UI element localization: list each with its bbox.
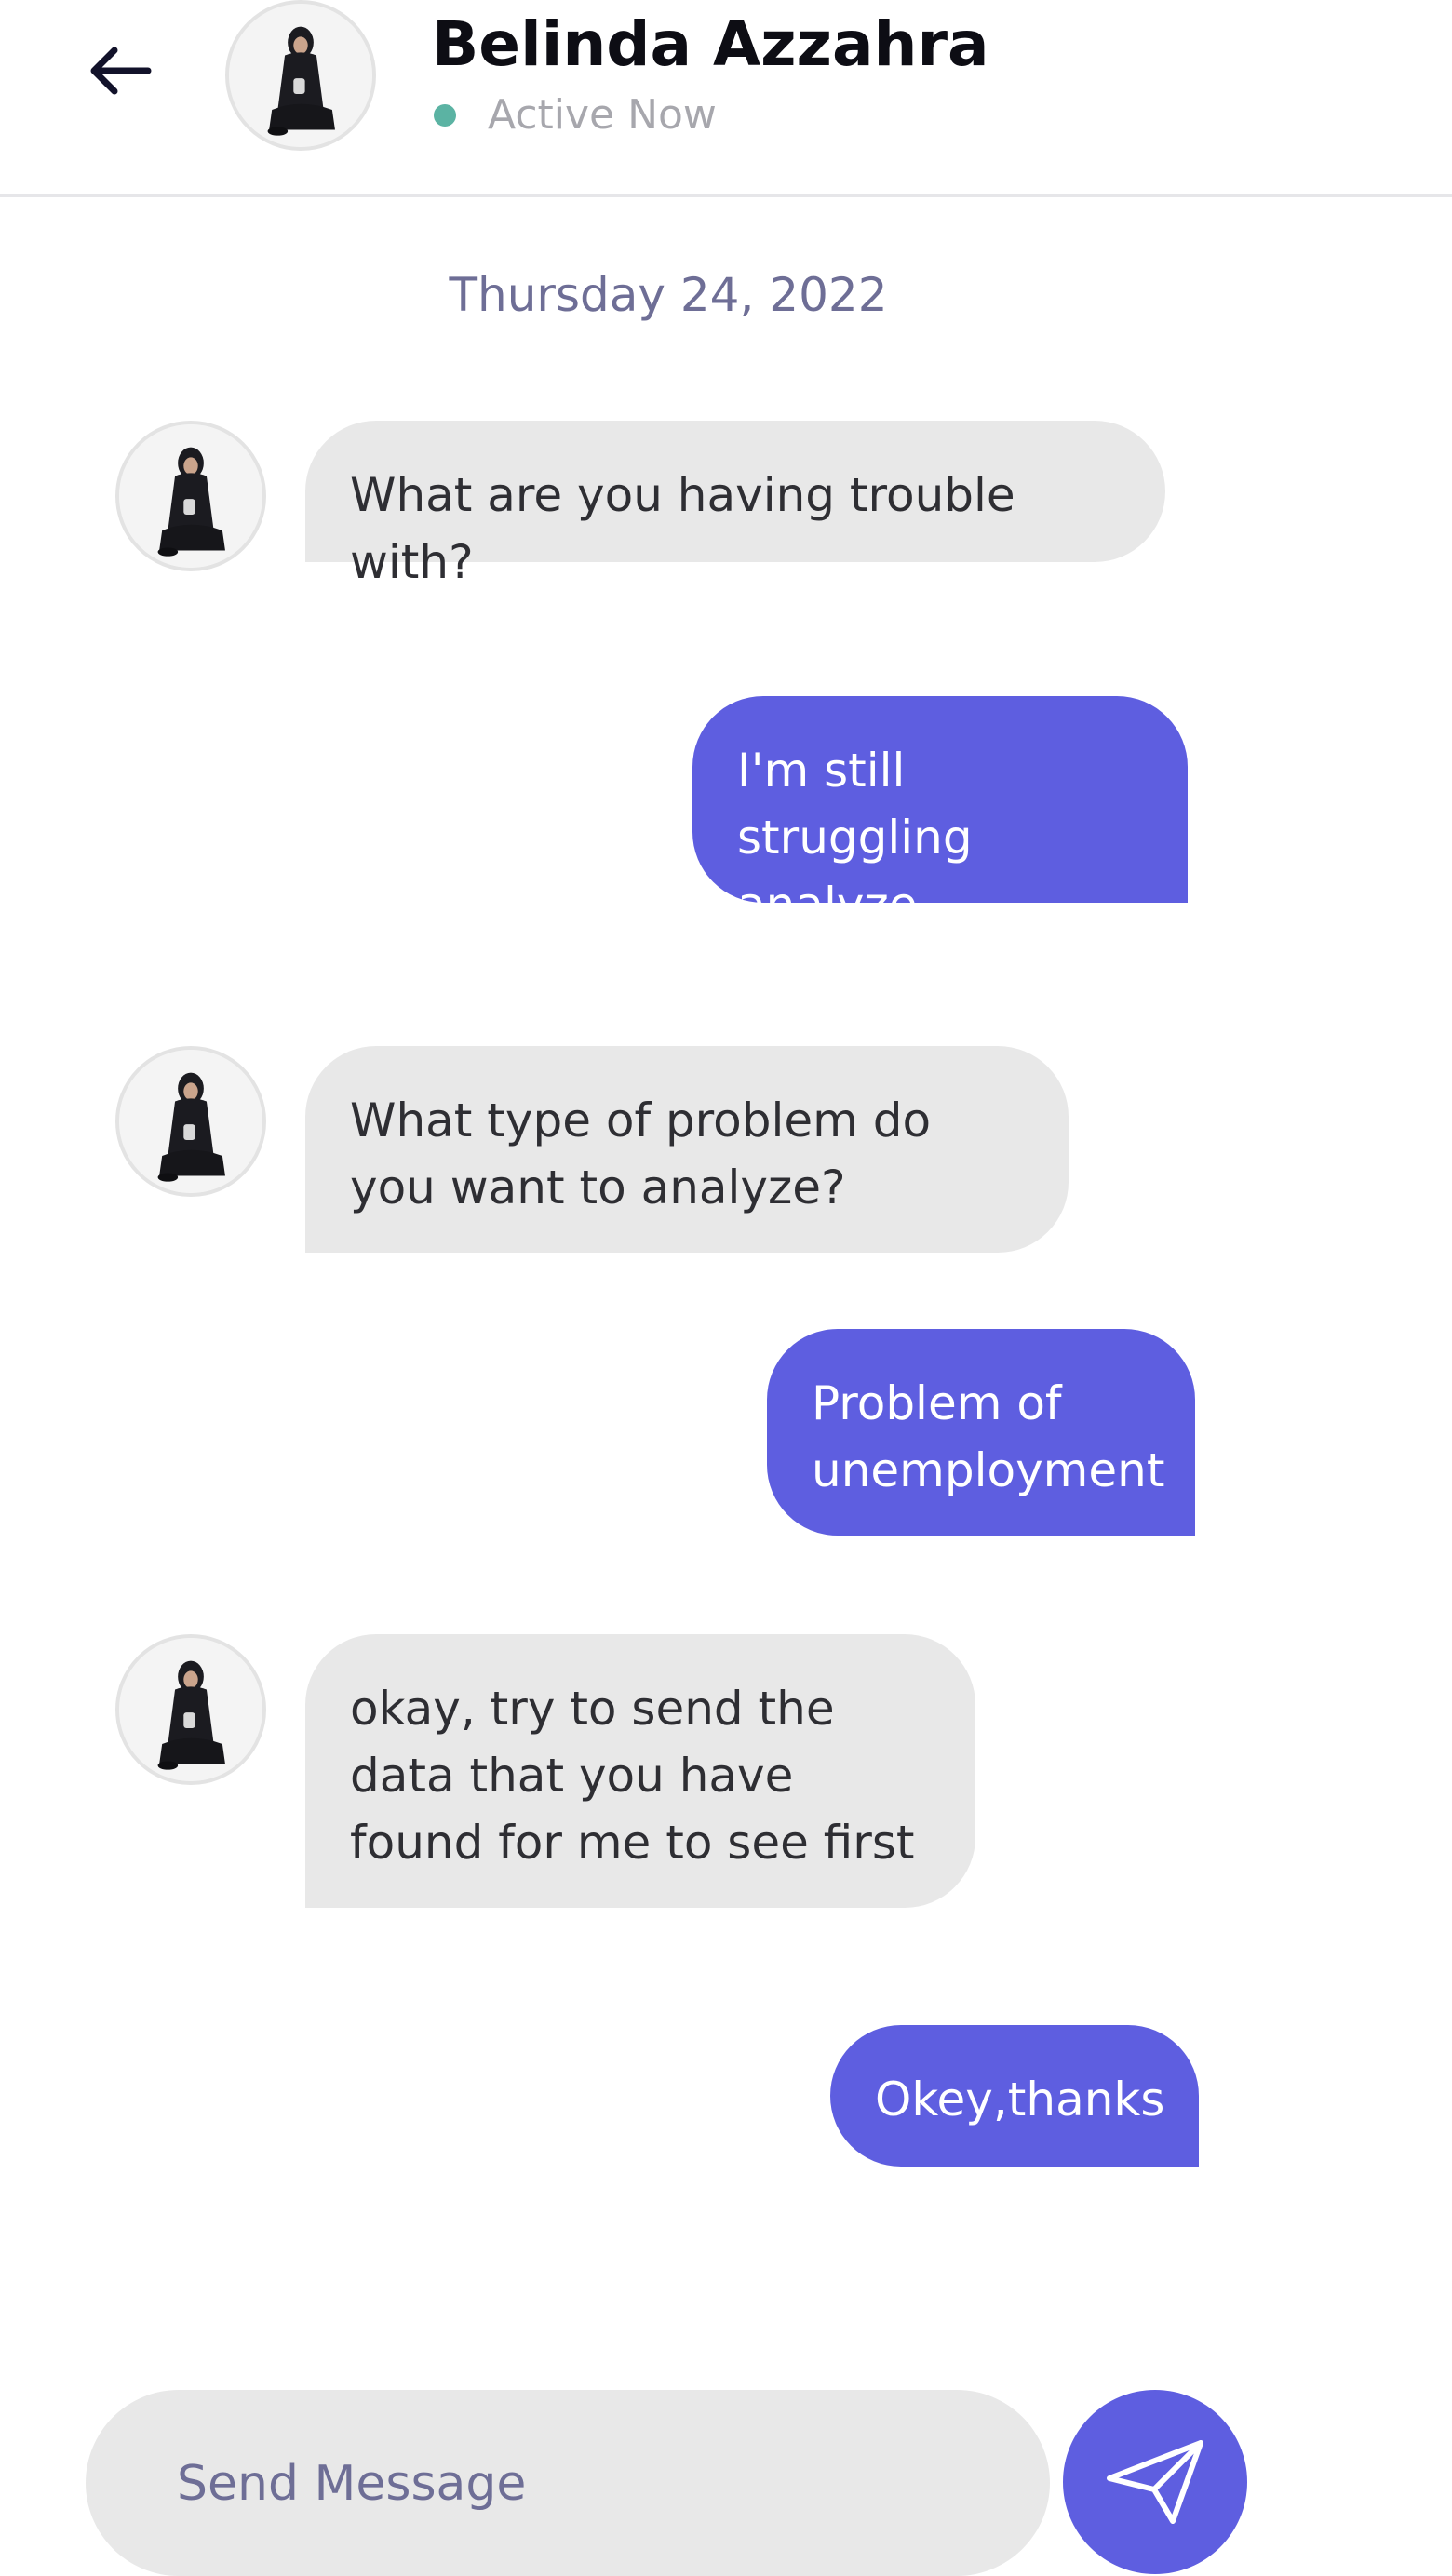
avatar-photo (119, 1638, 262, 1781)
outgoing-message[interactable]: Okey,thanks (830, 2025, 1199, 2167)
message-composer (86, 2390, 1050, 2576)
incoming-message[interactable]: okay, try to send the data that you have… (305, 1634, 975, 1908)
incoming-message[interactable]: What type of problem do you want to anal… (305, 1046, 1069, 1253)
arrow-left-icon (90, 47, 152, 95)
send-button[interactable] (1063, 2390, 1247, 2574)
back-button[interactable] (82, 37, 156, 104)
avatar-photo (229, 4, 372, 147)
online-status-text: Active Now (488, 91, 717, 139)
contact-name: Belinda Azzahra (432, 8, 989, 80)
online-status-dot (434, 104, 456, 127)
message-avatar[interactable] (115, 1634, 266, 1785)
message-input[interactable] (175, 2436, 979, 2531)
message-avatar[interactable] (115, 1046, 266, 1197)
contact-avatar[interactable] (225, 0, 376, 151)
chat-header: Belinda Azzahra Active Now (0, 0, 1452, 197)
chat-screen: Belinda Azzahra Active Now Thursday 24, … (0, 0, 1452, 2576)
incoming-message[interactable]: What are you having trouble with? (305, 421, 1165, 589)
paper-plane-icon (1107, 2440, 1203, 2524)
avatar-photo (119, 1050, 262, 1193)
message-avatar[interactable] (115, 421, 266, 571)
outgoing-message[interactable]: I'm still struggling analyze problems (692, 696, 1188, 999)
avatar-photo (119, 424, 262, 568)
date-separator: Thursday 24, 2022 (449, 268, 888, 322)
outgoing-message[interactable]: Problem of unemployment (767, 1329, 1195, 1536)
